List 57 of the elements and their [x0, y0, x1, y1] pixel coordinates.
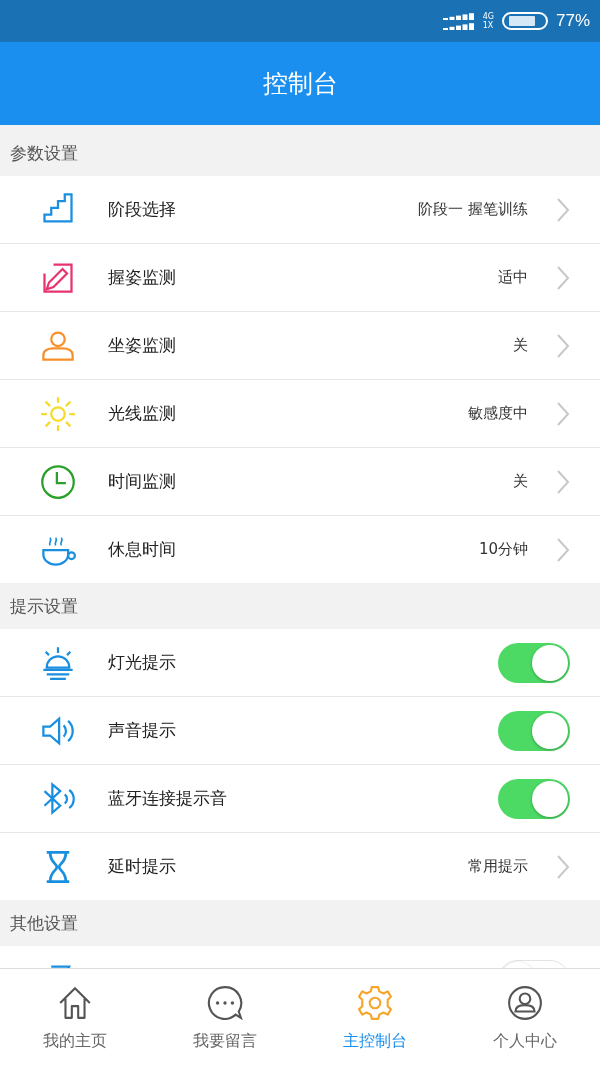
- settings-row[interactable]: 坐姿监测 关: [0, 312, 600, 380]
- row-label: 光线监测: [108, 402, 177, 425]
- sun-icon: [40, 395, 76, 432]
- chevron-icon: [556, 468, 570, 495]
- nav-tab[interactable]: 我的主页: [0, 969, 150, 1067]
- network-label: 4G: [482, 12, 494, 21]
- settings-row[interactable]: 握姿监测 适中: [0, 244, 600, 312]
- settings-row[interactable]: 休息时间 10分钟: [0, 516, 600, 583]
- row-value: 阶段一 握笔训练: [418, 200, 528, 219]
- nav-tab[interactable]: 个人中心: [450, 969, 600, 1067]
- row-value: 适中: [498, 268, 528, 287]
- profile-icon: [507, 984, 543, 1021]
- page-title: 控制台: [262, 68, 338, 100]
- chevron-icon: [556, 400, 570, 427]
- chevron-icon: [556, 196, 570, 223]
- section-title: 参数设置: [10, 141, 78, 165]
- row-value: 常用提示: [468, 857, 528, 876]
- row-label: 蓝牙连接提示音: [108, 787, 228, 810]
- chevron-icon: [556, 853, 570, 880]
- nav-tab[interactable]: 主控制台: [300, 969, 450, 1067]
- nav-tab[interactable]: 我要留言: [150, 969, 300, 1067]
- row-value: 关: [513, 472, 528, 491]
- home-icon: [57, 984, 93, 1021]
- sunrise-icon: [40, 644, 76, 681]
- settings-row[interactable]: 延时提示 常用提示: [0, 833, 600, 900]
- settings-row[interactable]: 蓝牙连接提示音: [0, 765, 600, 833]
- battery-icon: [501, 12, 548, 30]
- row-label: 延时提示: [108, 855, 177, 878]
- network-label: 1X: [482, 21, 494, 30]
- settings-row[interactable]: 时间监测 关: [0, 448, 600, 516]
- toggle-switch[interactable]: [498, 710, 570, 751]
- row-label: 声音提示: [108, 719, 177, 742]
- chevron-icon: [556, 264, 570, 291]
- row-value: 关: [513, 336, 528, 355]
- row-value: 10分钟: [478, 540, 528, 559]
- section-title: 其他设置: [10, 911, 78, 935]
- signal-icon: [442, 12, 475, 30]
- row-label: 休息时间: [108, 538, 177, 561]
- chevron-icon: [556, 332, 570, 359]
- toggle-switch[interactable]: [498, 778, 570, 819]
- settings-row[interactable]: 光线监测 敏感度中: [0, 380, 600, 448]
- section-title: 提示设置: [10, 594, 78, 618]
- settings-row[interactable]: 灯光提示: [0, 629, 600, 697]
- settings-row[interactable]: 阶段选择 阶段一 握笔训练: [0, 176, 600, 244]
- settings-row[interactable]: 声音提示: [0, 697, 600, 765]
- battery-percentage: 77%: [555, 11, 590, 31]
- toggle-switch[interactable]: [498, 642, 570, 683]
- chevron-icon: [556, 536, 570, 563]
- row-value: 敏感度中: [468, 404, 528, 423]
- clock-icon: [40, 463, 76, 500]
- row-label: 坐姿监测: [108, 334, 177, 357]
- row-label: 握姿监测: [108, 266, 177, 289]
- row-label: 灯光提示: [108, 651, 177, 674]
- row-label: 时间监测: [108, 470, 177, 493]
- row-label: 阶段选择: [108, 198, 177, 221]
- settings-icon: [357, 984, 393, 1021]
- chat-icon: [207, 984, 243, 1021]
